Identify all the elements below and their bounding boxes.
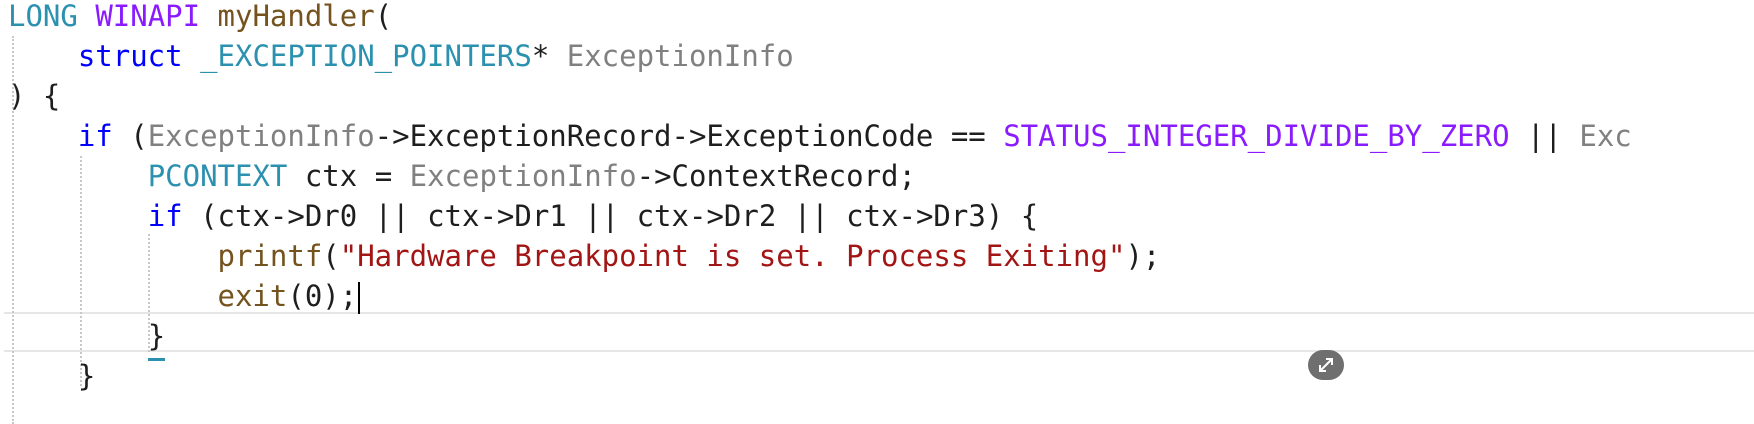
code-token: ->Dr2 || [688, 199, 847, 233]
code-token: ExceptionInfo [409, 159, 637, 193]
code-line[interactable]: exit(0); [8, 274, 361, 318]
current-line-highlight [4, 312, 1754, 352]
code-token: || [1509, 119, 1580, 153]
code-token: ctx [304, 159, 358, 193]
code-token: = [357, 159, 410, 193]
code-line[interactable]: struct _EXCEPTION_POINTERS* ExceptionInf… [8, 34, 794, 78]
code-token: struct [77, 39, 183, 73]
code-token: ctx [427, 199, 480, 233]
code-line[interactable]: if (ExceptionInfo->ExceptionRecord->Exce… [8, 114, 1632, 158]
code-token: ( [374, 0, 393, 33]
code-token: (0); [287, 279, 358, 313]
code-token: ->Dr0 || [269, 199, 428, 233]
code-token: if [77, 119, 113, 153]
code-token: WINAPI [95, 0, 201, 33]
code-token: ( [112, 119, 148, 153]
code-line[interactable]: } [8, 354, 95, 398]
code-token: ctx [217, 199, 270, 233]
code-token: ( [182, 199, 218, 233]
collapse-toggle-button[interactable] [1308, 350, 1344, 380]
code-token: ->ExceptionRecord->ExceptionCode == [374, 119, 1004, 153]
code-token: * [531, 39, 567, 73]
code-token: } [77, 359, 96, 393]
code-token: ExceptionInfo [147, 119, 375, 153]
code-editor[interactable]: LONG WINAPI myHandler( struct _EXCEPTION… [0, 0, 1754, 424]
code-token: if [147, 199, 183, 233]
code-line[interactable]: } [8, 314, 166, 361]
code-token: PCONTEXT [147, 159, 288, 193]
code-token: exit [217, 279, 288, 313]
code-token: _EXCEPTION_POINTERS [200, 39, 532, 73]
code-token: printf [217, 239, 323, 273]
code-token: ->ContextRecord; [636, 159, 916, 193]
text-caret [358, 282, 361, 314]
code-token: } [147, 314, 166, 361]
code-token: LONG [8, 0, 78, 33]
code-token: ctx [846, 199, 899, 233]
code-line[interactable]: if (ctx->Dr0 || ctx->Dr1 || ctx->Dr2 || … [8, 194, 1039, 238]
code-line[interactable]: ) { [8, 74, 60, 118]
code-token: Exc [1579, 119, 1632, 153]
code-token: "Hardware Breakpoint is set. Process Exi… [339, 239, 1126, 273]
code-token: ( [322, 239, 340, 273]
code-token: ->Dr3) { [898, 199, 1039, 233]
code-token: ); [1125, 239, 1161, 273]
code-line[interactable]: PCONTEXT ctx = ExceptionInfo->ContextRec… [8, 154, 916, 198]
code-token: myHandler [217, 0, 375, 33]
collapse-arrows-icon [1319, 358, 1333, 372]
code-line[interactable]: printf("Hardware Breakpoint is set. Proc… [8, 234, 1161, 278]
code-token: ->Dr1 || [479, 199, 637, 233]
code-token: ctx [636, 199, 689, 233]
code-token: ) { [8, 79, 61, 113]
code-line[interactable]: LONG WINAPI myHandler( [8, 0, 392, 38]
code-token: ExceptionInfo [566, 39, 794, 73]
code-token: STATUS_INTEGER_DIVIDE_BY_ZERO [1003, 119, 1510, 153]
